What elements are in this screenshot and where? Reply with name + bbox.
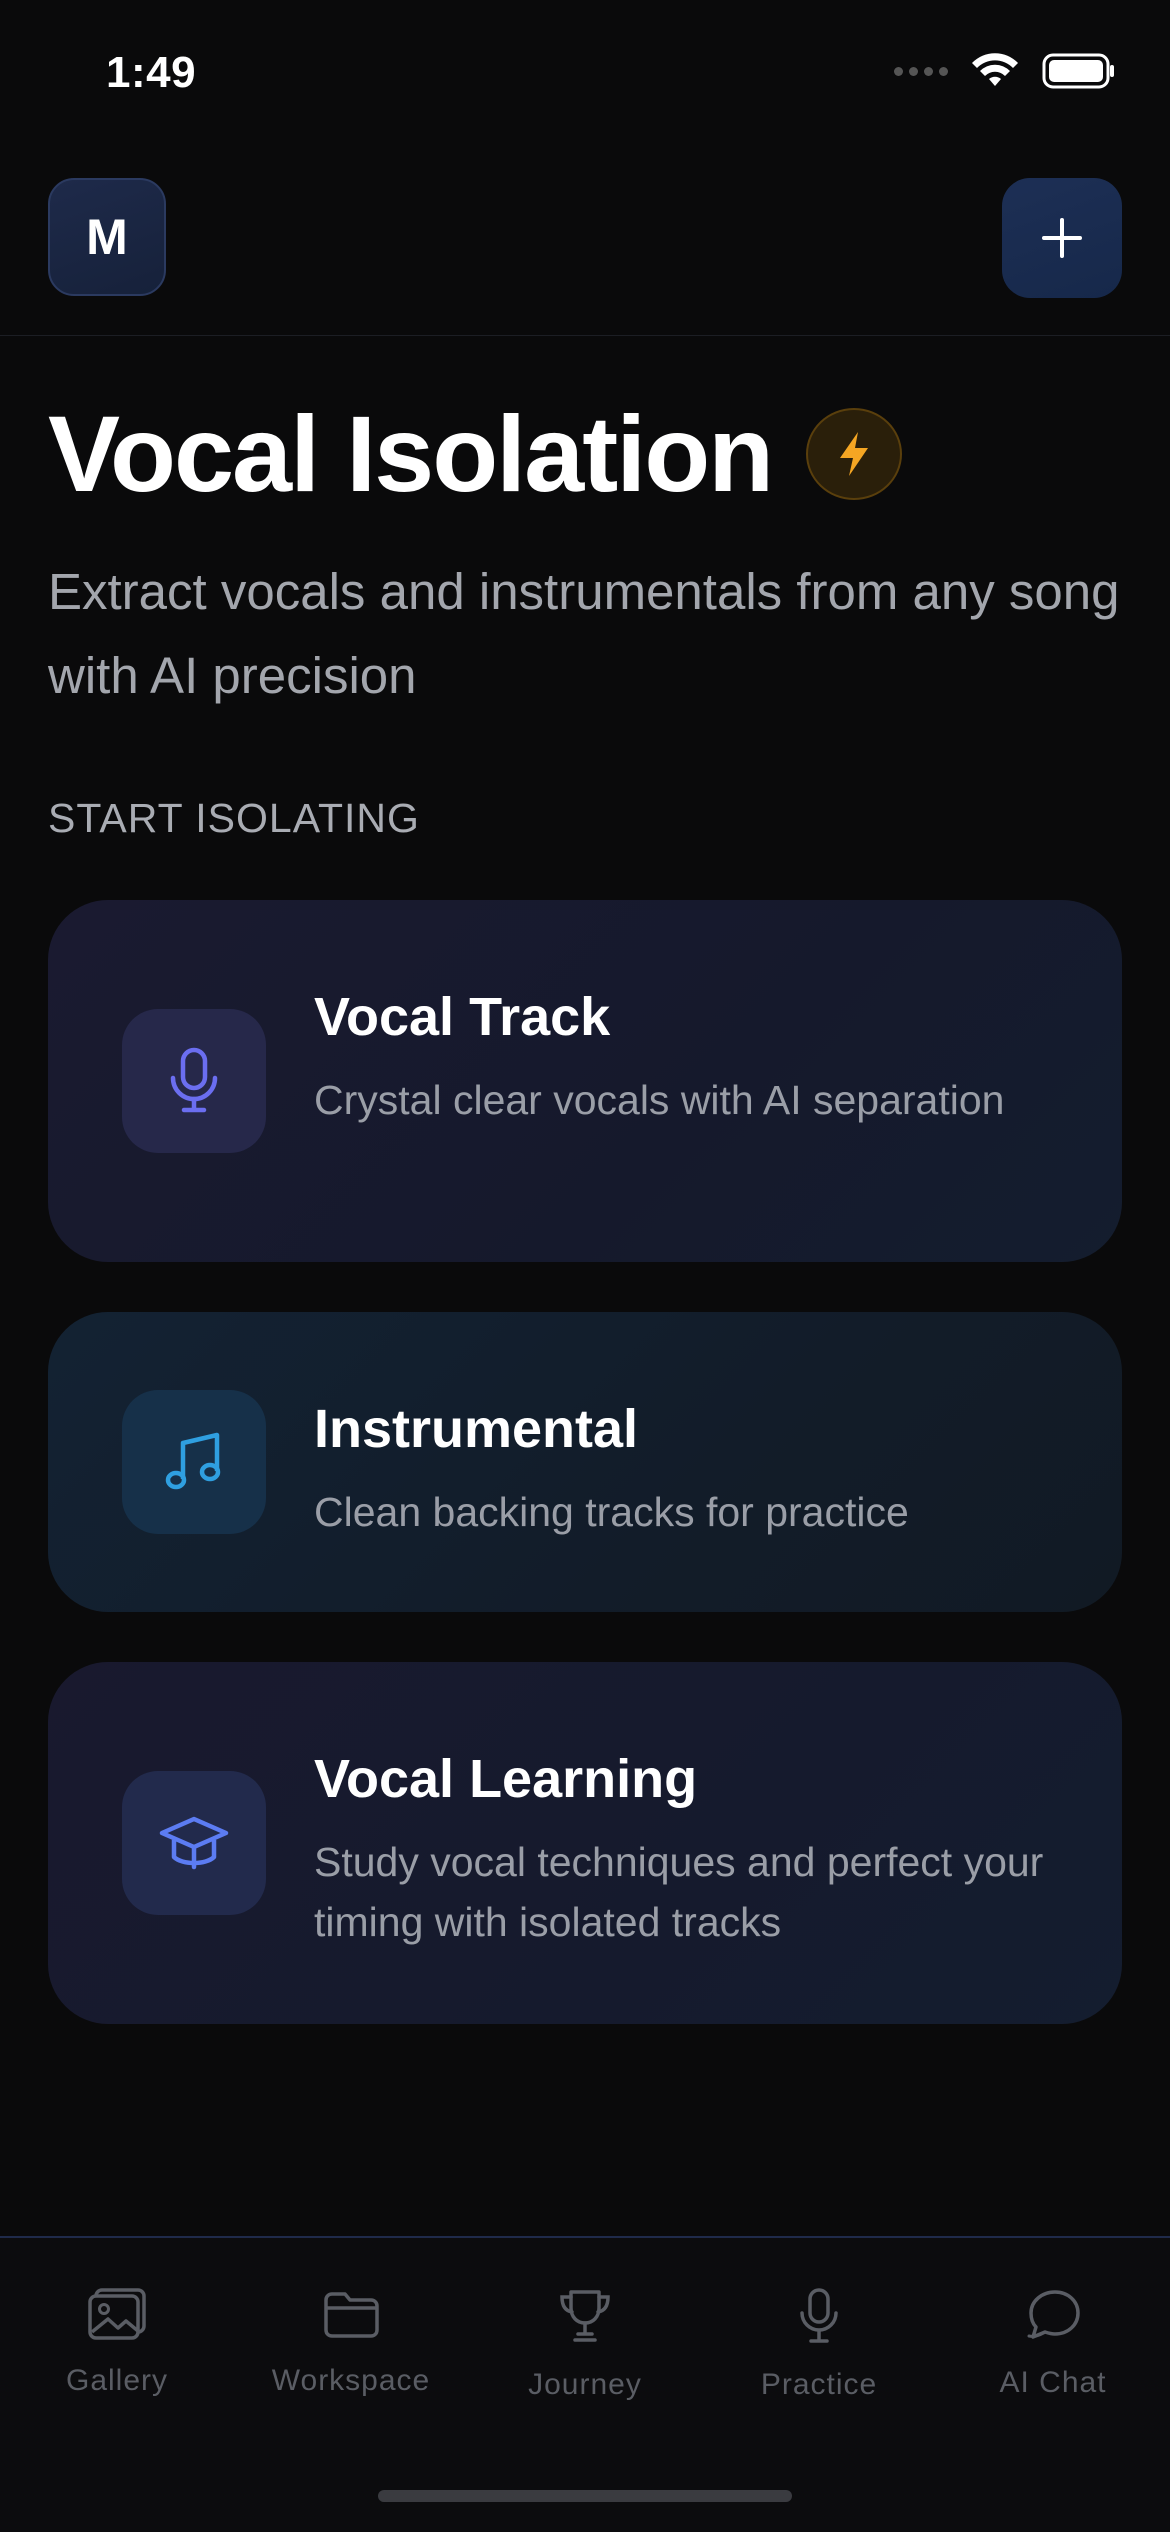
wifi-icon xyxy=(972,53,1018,86)
page-title: Vocal Isolation xyxy=(48,393,774,514)
card-description: Crystal clear vocals with AI separation xyxy=(314,1077,1005,1123)
page-subtitle: Extract vocals and instrumentals from an… xyxy=(48,563,1120,704)
add-button[interactable] xyxy=(1002,178,1122,298)
status-icons xyxy=(894,52,1116,90)
tab-journey[interactable]: Journey xyxy=(468,2286,702,2402)
folder-icon xyxy=(324,2292,379,2338)
graduation-cap-icon xyxy=(159,1816,229,1870)
card-title: Vocal Learning xyxy=(314,1749,698,1809)
tab-label: AI Chat xyxy=(999,2366,1107,2399)
card-description: Clean backing tracks for practice xyxy=(314,1489,909,1535)
tab-gallery[interactable]: Gallery xyxy=(0,2286,234,2398)
section-label: START ISOLATING xyxy=(48,795,420,841)
vocal-isolation-screen: 1:49 M Vocal Isolation Extract vocals an… xyxy=(0,0,1170,2532)
tab-practice[interactable]: Practice xyxy=(702,2286,936,2402)
music-note-icon xyxy=(165,1432,221,1490)
card-title: Instrumental xyxy=(314,1399,639,1459)
profile-avatar-button[interactable]: M xyxy=(48,178,166,296)
card-icon-container xyxy=(122,1771,266,1915)
vocal-learning-card[interactable]: Vocal Learning Study vocal techniques an… xyxy=(48,1662,1122,2024)
card-title: Vocal Track xyxy=(314,987,611,1047)
lightning-bolt-icon xyxy=(840,432,869,476)
tab-label: Gallery xyxy=(65,2364,169,2397)
microphone-icon xyxy=(800,2288,838,2343)
tab-label: Journey xyxy=(528,2368,642,2401)
plus-icon xyxy=(1042,218,1082,258)
home-indicator xyxy=(378,2490,792,2502)
instrumental-card[interactable]: Instrumental Clean backing tracks for pr… xyxy=(48,1312,1122,1612)
battery-icon xyxy=(1042,53,1114,89)
card-icon-container xyxy=(122,1009,266,1153)
tab-workspace[interactable]: Workspace xyxy=(234,2286,468,2398)
tab-label: Practice xyxy=(760,2368,878,2401)
bottom-tab-bar: Gallery Workspace Journey Practice AI Ch… xyxy=(0,2236,1170,2532)
microphone-icon xyxy=(170,1047,218,1113)
tab-label: Workspace xyxy=(271,2364,431,2397)
top-header: M xyxy=(0,150,1170,336)
tab-ai-chat[interactable]: AI Chat xyxy=(936,2286,1170,2400)
trophy-icon xyxy=(560,2290,610,2342)
cellular-signal-icon xyxy=(894,66,948,76)
card-description: Study vocal techniques and perfect your … xyxy=(314,1839,1044,1945)
status-bar: 1:49 xyxy=(0,0,1170,150)
status-time: 1:49 xyxy=(106,48,197,97)
chat-bubble-icon xyxy=(1027,2290,1080,2339)
card-icon-container xyxy=(122,1390,266,1534)
title-row: Vocal Isolation xyxy=(48,393,903,514)
vocal-track-card[interactable]: Vocal Track Crystal clear vocals with AI… xyxy=(48,900,1122,1262)
gallery-icon xyxy=(88,2288,146,2340)
pro-badge[interactable] xyxy=(806,408,903,500)
